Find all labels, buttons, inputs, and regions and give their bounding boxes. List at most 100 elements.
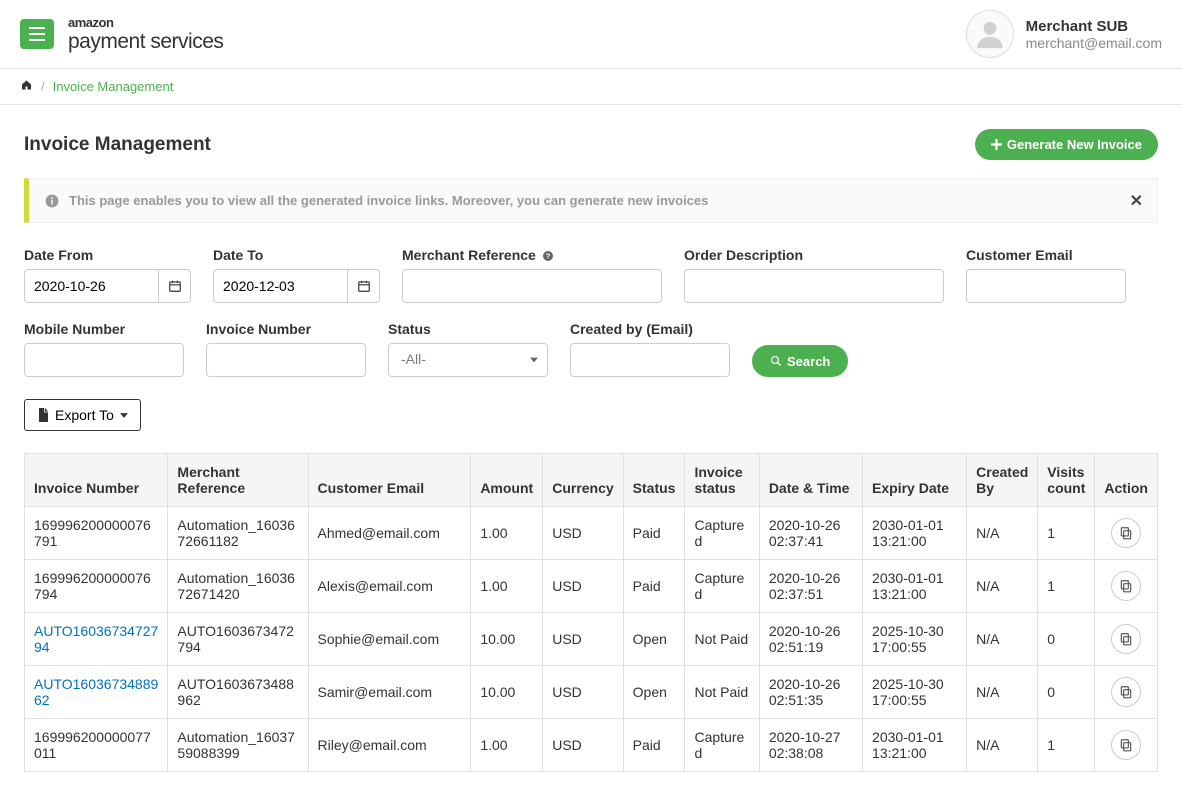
invoice-number-input[interactable] xyxy=(206,343,366,377)
info-alert: This page enables you to view all the ge… xyxy=(24,178,1158,223)
th-visits-count[interactable]: Visits count xyxy=(1038,454,1095,507)
date-to-group: Date To xyxy=(213,247,380,303)
customer-email-label: Customer Email xyxy=(966,247,1126,263)
search-icon xyxy=(770,355,782,367)
th-status[interactable]: Status xyxy=(623,454,685,507)
cell-visits-count: 0 xyxy=(1038,666,1095,719)
breadcrumb-separator: / xyxy=(41,79,45,94)
cell-date-time: 2020-10-26 02:37:41 xyxy=(759,507,862,560)
cell-date-time: 2020-10-27 02:38:08 xyxy=(759,719,862,772)
cell-created-by: N/A xyxy=(967,666,1038,719)
th-invoice-number[interactable]: Invoice Number xyxy=(25,454,168,507)
status-select[interactable]: -All- xyxy=(388,343,548,377)
export-button[interactable]: Export To xyxy=(24,399,141,431)
order-desc-label: Order Description xyxy=(684,247,944,263)
table-row: 169996200000076791Automation_16036726611… xyxy=(25,507,1158,560)
generate-invoice-button[interactable]: Generate New Invoice xyxy=(975,129,1158,160)
breadcrumb-current[interactable]: Invoice Management xyxy=(53,79,174,94)
cell-created-by: N/A xyxy=(967,507,1038,560)
cell-visits-count: 1 xyxy=(1038,719,1095,772)
top-header: amazon payment services Merchant SUB mer… xyxy=(0,0,1182,69)
user-email: merchant@email.com xyxy=(1026,35,1162,51)
table-row: AUTO1603673488962AUTO1603673488962Samir@… xyxy=(25,666,1158,719)
mobile-number-input[interactable] xyxy=(24,343,184,377)
date-from-picker-button[interactable] xyxy=(159,269,191,303)
cell-currency: USD xyxy=(543,666,623,719)
created-by-input[interactable] xyxy=(570,343,730,377)
cell-customer-email: Sophie@email.com xyxy=(308,613,471,666)
th-merchant-reference[interactable]: Merchant Reference xyxy=(168,454,308,507)
help-icon[interactable]: ? xyxy=(542,250,554,262)
copy-icon xyxy=(1119,685,1133,699)
info-icon xyxy=(45,194,59,208)
cell-status: Paid xyxy=(623,507,685,560)
th-amount[interactable]: Amount xyxy=(471,454,543,507)
copy-button[interactable] xyxy=(1111,730,1141,760)
order-desc-group: Order Description xyxy=(684,247,944,303)
date-to-picker-button[interactable] xyxy=(348,269,380,303)
merchant-ref-group: Merchant Reference ? xyxy=(402,247,662,303)
th-customer-email[interactable]: Customer Email xyxy=(308,454,471,507)
created-by-label: Created by (Email) xyxy=(570,321,730,337)
info-alert-text: This page enables you to view all the ge… xyxy=(69,193,708,208)
copy-icon xyxy=(1119,579,1133,593)
cell-currency: USD xyxy=(543,507,623,560)
table-header-row: Invoice Number Merchant Reference Custom… xyxy=(25,454,1158,507)
th-currency[interactable]: Currency xyxy=(543,454,623,507)
th-action: Action xyxy=(1095,454,1158,507)
cell-currency: USD xyxy=(543,560,623,613)
cell-currency: USD xyxy=(543,613,623,666)
cell-merchant-reference: Automation_1603672671420 xyxy=(168,560,308,613)
header-left: amazon payment services xyxy=(20,16,223,52)
date-from-group: Date From xyxy=(24,247,191,303)
cell-invoice-number: 169996200000077011 xyxy=(25,719,168,772)
filters: Date From Date To Merchant Reference ? xyxy=(24,247,1158,377)
date-from-input[interactable] xyxy=(24,269,159,303)
content: This page enables you to view all the ge… xyxy=(0,178,1182,796)
cell-expiry-date: 2025-10-30 17:00:55 xyxy=(863,666,967,719)
cell-invoice-number[interactable]: AUTO1603673488962 xyxy=(25,666,168,719)
header-right: Merchant SUB merchant@email.com xyxy=(966,10,1162,58)
breadcrumb: / Invoice Management xyxy=(0,69,1182,105)
copy-button[interactable] xyxy=(1111,571,1141,601)
th-created-by[interactable]: Created By xyxy=(967,454,1038,507)
date-to-input[interactable] xyxy=(213,269,348,303)
cell-merchant-reference: AUTO1603673488962 xyxy=(168,666,308,719)
brand-logo: amazon payment services xyxy=(68,16,223,52)
page-header: Invoice Management Generate New Invoice xyxy=(0,105,1182,178)
close-icon[interactable]: ✕ xyxy=(1130,191,1143,211)
cell-expiry-date: 2030-01-01 13:21:00 xyxy=(863,507,967,560)
th-date-time[interactable]: Date & Time xyxy=(759,454,862,507)
order-desc-input[interactable] xyxy=(684,269,944,303)
th-expiry-date[interactable]: Expiry Date xyxy=(863,454,967,507)
mobile-number-label: Mobile Number xyxy=(24,321,184,337)
cell-created-by: N/A xyxy=(967,560,1038,613)
th-invoice-status[interactable]: Invoice status xyxy=(685,454,759,507)
cell-invoice-status: Captured xyxy=(685,719,759,772)
search-button[interactable]: Search xyxy=(752,345,848,377)
date-from-label: Date From xyxy=(24,247,191,263)
invoice-table: Invoice Number Merchant Reference Custom… xyxy=(24,453,1158,772)
cell-date-time: 2020-10-26 02:37:51 xyxy=(759,560,862,613)
home-icon[interactable] xyxy=(20,79,33,94)
copy-button[interactable] xyxy=(1111,518,1141,548)
menu-toggle-button[interactable] xyxy=(20,19,54,49)
search-button-label: Search xyxy=(787,354,830,369)
cell-visits-count: 1 xyxy=(1038,507,1095,560)
avatar[interactable] xyxy=(966,10,1014,58)
cell-currency: USD xyxy=(543,719,623,772)
cell-merchant-reference: Automation_1603672661182 xyxy=(168,507,308,560)
copy-button[interactable] xyxy=(1111,677,1141,707)
cell-date-time: 2020-10-26 02:51:35 xyxy=(759,666,862,719)
cell-merchant-reference: Automation_1603759088399 xyxy=(168,719,308,772)
customer-email-input[interactable] xyxy=(966,269,1126,303)
cell-invoice-number[interactable]: AUTO1603673472794 xyxy=(25,613,168,666)
cell-action xyxy=(1095,613,1158,666)
mobile-number-group: Mobile Number xyxy=(24,321,184,377)
copy-button[interactable] xyxy=(1111,624,1141,654)
svg-text:?: ? xyxy=(545,252,550,261)
page-title: Invoice Management xyxy=(24,134,211,156)
merchant-ref-input[interactable] xyxy=(402,269,662,303)
cell-amount: 1.00 xyxy=(471,507,543,560)
table-row: AUTO1603673472794AUTO1603673472794Sophie… xyxy=(25,613,1158,666)
